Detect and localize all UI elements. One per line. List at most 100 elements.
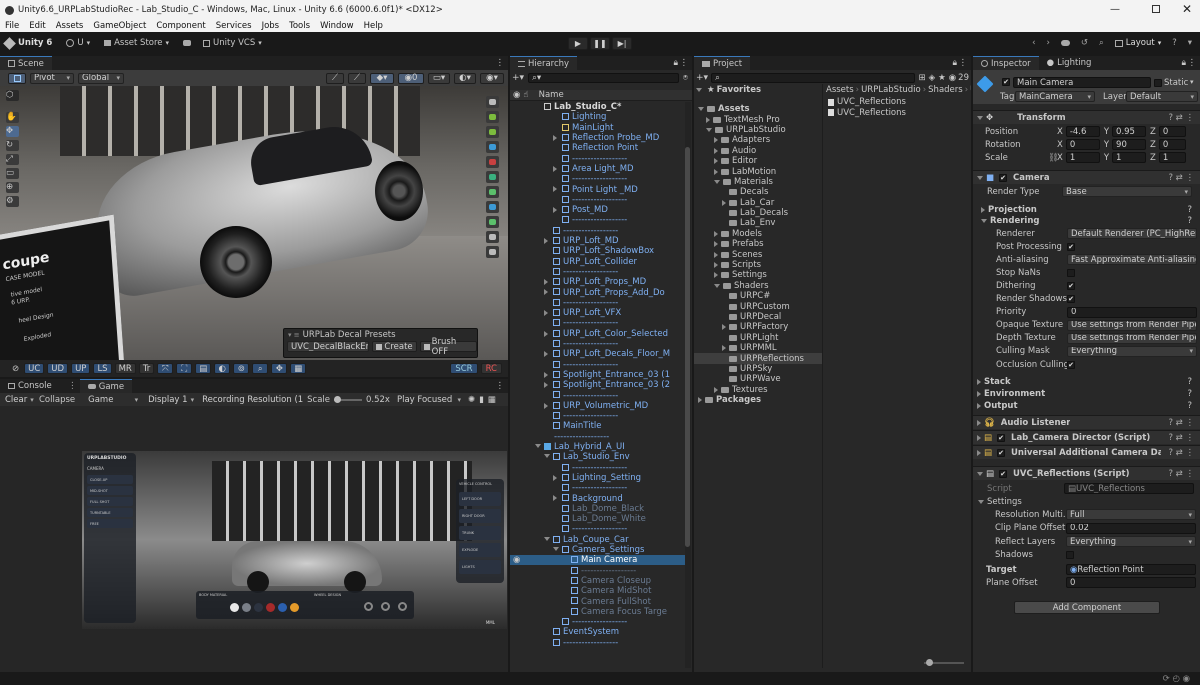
visibility-icon[interactable]: ◉ — [513, 555, 520, 565]
active-checkbox[interactable]: ✔ — [1002, 78, 1010, 86]
transform-position-x-field[interactable]: -4.6 — [1065, 126, 1100, 137]
close-button[interactable]: ✕ — [1182, 2, 1192, 16]
transform-scale-y-field[interactable]: 1 — [1112, 152, 1147, 163]
status-icons[interactable]: ⟳ ◴ ◉ — [1163, 674, 1190, 684]
hud-control-button[interactable]: LIGHTS — [459, 560, 501, 574]
transform-rotation-x-field[interactable]: 0 — [1065, 139, 1100, 150]
color-swatch[interactable] — [266, 603, 275, 612]
axis-y-label[interactable]: Y — [1104, 153, 1109, 163]
overlay-tool-icon[interactable] — [486, 246, 499, 258]
uvc-field-dropdown[interactable]: Full — [1066, 509, 1196, 520]
global-dropdown[interactable]: Global — [78, 72, 124, 84]
hierarchy-item[interactable]: ------------------ — [510, 267, 686, 277]
component-header[interactable]: ▤ ✔ Lab_Camera Director (Script)? ⇄ ⋮ — [973, 430, 1200, 444]
color-swatch[interactable] — [290, 603, 299, 612]
render-type-dropdown[interactable]: Base — [1062, 186, 1192, 197]
cloud-services-icon[interactable] — [1060, 40, 1070, 46]
hud-camera-button[interactable]: FREE — [87, 519, 133, 528]
vcs-button[interactable]: Unity VCS ▾ — [203, 38, 262, 48]
uvc-reflections-header[interactable]: ▤ ✔ UVC_Reflections (Script) ? ⇄ ⋮ — [973, 466, 1200, 480]
menu-help[interactable]: Help — [364, 21, 383, 31]
play-button[interactable]: ▶ — [568, 37, 588, 50]
collapse-button[interactable]: Collapse — [39, 395, 75, 405]
cloud-icon[interactable] — [183, 40, 192, 46]
add-component-button[interactable]: Add Component — [1014, 601, 1160, 614]
component-menu-icons[interactable]: ? ⇄ ⋮ — [1168, 418, 1194, 428]
overlay-tool-icon[interactable] — [486, 141, 499, 153]
component-enabled-checkbox[interactable]: ✔ — [997, 448, 1006, 457]
hierarchy-item[interactable]: URP_Loft_ShadowBox — [510, 246, 686, 256]
custom-tool-icon[interactable]: ⚙ — [6, 196, 19, 207]
scene-viewport[interactable]: coupe CASE MODEL tive model 6 URP. heel … — [0, 86, 508, 360]
tool-handle-options[interactable]: ⬡ — [6, 90, 19, 101]
target-field[interactable]: ◉ Reflection Point — [1066, 564, 1196, 575]
menu-tools[interactable]: Tools — [289, 21, 310, 31]
draw-mode-button[interactable]: ◆▾ — [370, 72, 394, 84]
project-folder[interactable]: Audio — [694, 146, 822, 156]
project-folder[interactable]: URPDecal — [694, 312, 822, 322]
hierarchy-item[interactable]: Lighting — [510, 112, 686, 122]
project-folder[interactable]: Prefabs — [694, 239, 822, 249]
camera-field-checkbox[interactable]: ✔ — [1067, 242, 1075, 251]
camera-field-checkbox[interactable]: ✔ — [1067, 360, 1075, 369]
add-object-button[interactable]: +▾ — [512, 73, 524, 83]
lock-icon[interactable]: 🔒︎ — [952, 58, 957, 68]
hierarchy-item[interactable]: Post_MD — [510, 205, 686, 215]
breadcrumb-item[interactable]: Assets — [826, 85, 854, 95]
hierarchy-item[interactable]: ------------------ — [510, 638, 686, 648]
tab-console[interactable]: Console — [0, 379, 60, 393]
breadcrumb-item[interactable]: URPReflections — [970, 85, 971, 95]
hierarchy-item[interactable]: Main Camera ◉ — [510, 555, 686, 566]
hierarchy-item[interactable]: Reflection Probe_MD — [510, 133, 686, 143]
hierarchy-search[interactable]: ⌕▾ — [528, 73, 679, 83]
tool-up-button[interactable]: UP — [71, 363, 91, 374]
project-folder[interactable]: Assets — [694, 104, 822, 114]
hierarchy-item[interactable]: Camera MidShot — [510, 586, 686, 596]
hierarchy-item[interactable]: Camera Closeup — [510, 576, 686, 586]
camera-enabled-checkbox[interactable]: ✔ — [999, 173, 1008, 182]
panel-menu-icon[interactable]: ⋮ — [496, 58, 505, 68]
hierarchy-item[interactable]: ------------------ — [510, 339, 686, 349]
visibility-button[interactable]: ◉ 0 — [398, 72, 424, 84]
clear-dropdown[interactable]: Clear — [2, 394, 35, 405]
hierarchy-item[interactable]: ------------------ — [510, 195, 686, 205]
hierarchy-item[interactable]: Lab_Dome_Black — [510, 504, 686, 514]
hierarchy-item[interactable]: Area Light_MD — [510, 164, 686, 174]
maximize-button[interactable] — [1152, 5, 1160, 13]
project-search[interactable]: ⌕ — [711, 73, 916, 83]
camera-field-input[interactable]: 0 — [1067, 306, 1197, 318]
transform-scale-z-field[interactable]: 1 — [1158, 152, 1186, 163]
camera-field-dropdown[interactable]: Use settings from Render Pipelin — [1067, 332, 1197, 344]
axis-z-label[interactable]: Z — [1150, 153, 1156, 163]
hierarchy-item[interactable]: Lab_Hybrid_A_UI — [510, 442, 686, 452]
hierarchy-item[interactable]: ------------------ — [510, 360, 686, 370]
wheel-option-icon[interactable] — [364, 602, 373, 611]
stats-icon[interactable]: ▮ — [479, 395, 484, 405]
overlay-tool-icon[interactable] — [486, 126, 499, 138]
hud-camera-button[interactable]: MID-SHOT — [87, 486, 133, 495]
axis-z-label[interactable]: Z — [1150, 140, 1156, 150]
transform-position-z-field[interactable]: 0 — [1158, 126, 1186, 137]
project-folder[interactable]: LabMotion — [694, 166, 822, 177]
create-button[interactable]: Create — [372, 341, 417, 352]
favorites-label[interactable]: Favorites — [717, 85, 761, 95]
menu-jobs[interactable]: Jobs — [262, 21, 280, 31]
panel-menu-icon[interactable]: ⋮ — [680, 58, 689, 68]
project-folder[interactable]: Materials — [694, 177, 822, 187]
hidden-packages-icon[interactable]: ◉ 29 — [949, 73, 969, 83]
camera-field-dropdown[interactable]: Fast Approximate Anti-aliasing (F — [1067, 254, 1197, 266]
hierarchy-item[interactable]: Spotlight_Entrance_03 (1 — [510, 370, 686, 380]
hierarchy-item[interactable]: ------------------ — [510, 174, 686, 184]
tab-lighting[interactable]: ● Lighting — [1038, 56, 1100, 70]
more-menu-icon[interactable]: ▾ — [1188, 38, 1192, 48]
hud-camera-button[interactable]: FULL SHOT — [87, 497, 133, 506]
uvc-field-input[interactable]: 0.02 — [1066, 522, 1196, 534]
tool-ls-button[interactable]: LS — [93, 363, 112, 374]
scene-tool-icon[interactable]: ▦ — [290, 363, 307, 374]
project-folder[interactable]: Models — [694, 229, 822, 239]
component-menu-icons[interactable]: ? ⇄ ⋮ — [1168, 433, 1194, 443]
project-folder[interactable]: URPLabStudio — [694, 125, 822, 135]
overlay-tool-icon[interactable] — [486, 96, 499, 108]
project-folder[interactable]: Scenes — [694, 249, 822, 260]
menu-gameobject[interactable]: GameObject — [93, 21, 146, 31]
